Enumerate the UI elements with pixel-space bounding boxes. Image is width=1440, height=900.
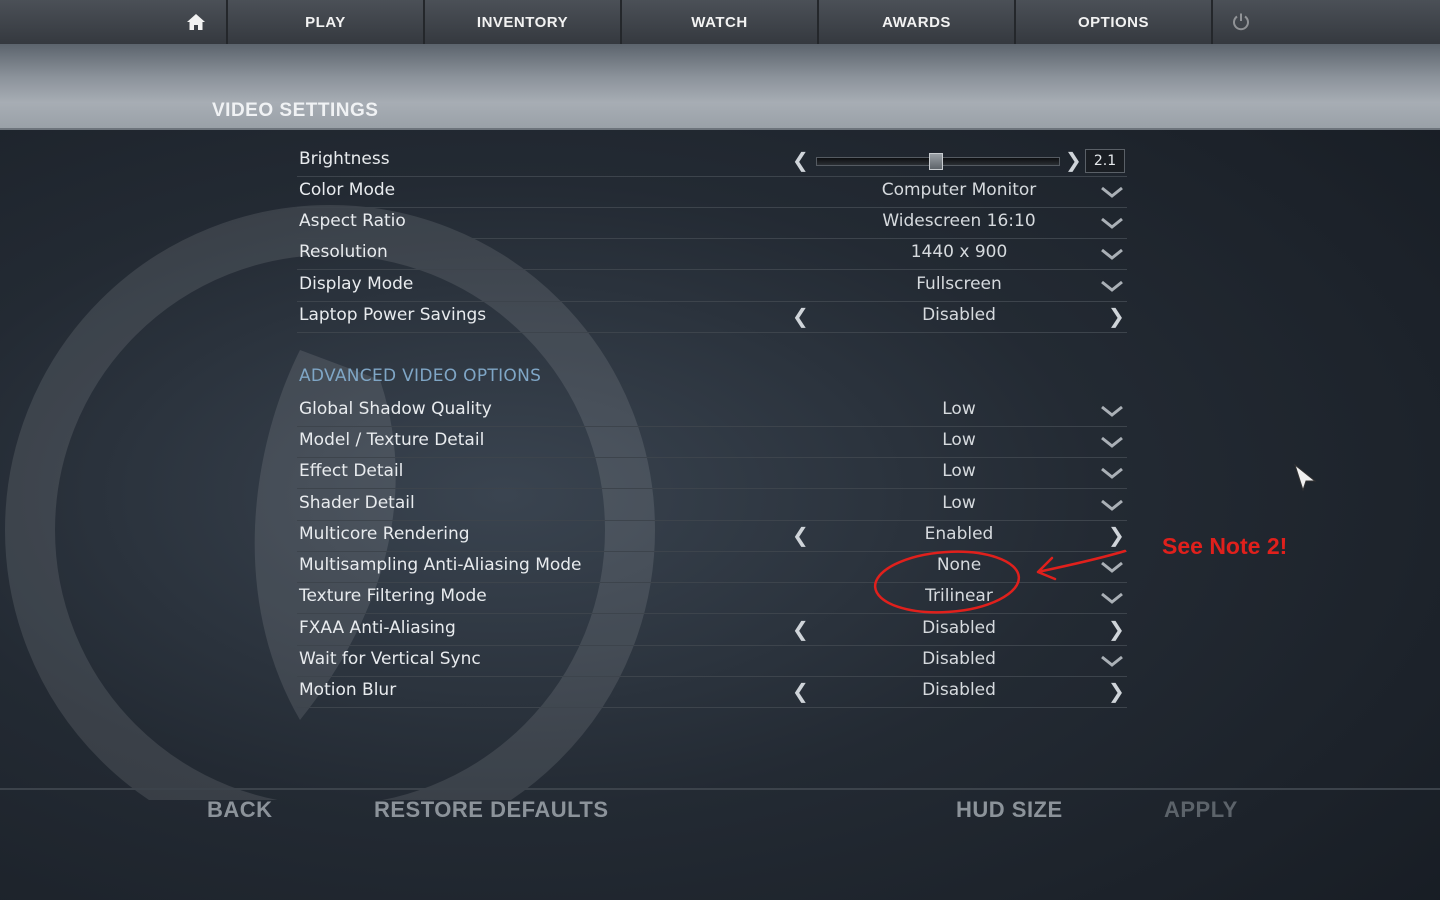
hud-size-button[interactable]: HUD SIZE xyxy=(956,797,1063,823)
toggle-right-arrow-icon[interactable]: ❯ xyxy=(1108,523,1125,547)
setting-value: Trilinear xyxy=(925,586,993,606)
setting-label: Aspect Ratio xyxy=(299,211,406,231)
back-button[interactable]: BACK xyxy=(207,797,273,823)
setting-row-multicore-rendering: Multicore Rendering ❮ Enabled ❯ xyxy=(297,520,1127,552)
setting-row-model-texture-detail[interactable]: Model / Texture Detail Low xyxy=(297,426,1127,458)
toggle-left-arrow-icon[interactable]: ❮ xyxy=(792,679,809,703)
setting-value: None xyxy=(936,555,982,575)
chevron-down-icon[interactable] xyxy=(1099,399,1125,421)
setting-value: Low xyxy=(942,493,976,513)
toggle-left-arrow-icon[interactable]: ❮ xyxy=(792,523,809,547)
setting-row-texture-filtering-mode[interactable]: Texture Filtering Mode Trilinear xyxy=(297,582,1127,614)
setting-row-aspect-ratio[interactable]: Aspect Ratio Widescreen 16:10 xyxy=(297,207,1127,239)
toggle-left-arrow-icon[interactable]: ❮ xyxy=(792,304,809,328)
setting-row-motion-blur: Motion Blur ❮ Disabled ❯ xyxy=(297,676,1127,708)
brightness-value-field[interactable]: 2.1 xyxy=(1085,149,1125,173)
setting-value: Disabled xyxy=(922,649,996,669)
setting-label: Laptop Power Savings xyxy=(299,305,487,325)
setting-row-effect-detail[interactable]: Effect Detail Low xyxy=(297,457,1127,489)
chevron-down-icon[interactable] xyxy=(1099,493,1125,515)
setting-row-vertical-sync[interactable]: Wait for Vertical Sync Disabled xyxy=(297,645,1127,677)
nav-awards[interactable]: AWARDS xyxy=(817,0,1014,44)
setting-label: Effect Detail xyxy=(299,461,404,481)
setting-value: 1440 x 900 xyxy=(910,242,1008,262)
setting-label: Wait for Vertical Sync xyxy=(299,649,481,669)
setting-value: Low xyxy=(942,461,976,481)
setting-row-global-shadow-quality[interactable]: Global Shadow Quality Low xyxy=(297,395,1127,427)
section-title-advanced: ADVANCED VIDEO OPTIONS xyxy=(299,366,542,386)
setting-value: Disabled xyxy=(922,305,996,325)
toggle-right-arrow-icon[interactable]: ❯ xyxy=(1108,679,1125,703)
setting-value: Low xyxy=(942,430,976,450)
setting-label: Motion Blur xyxy=(299,680,397,700)
setting-value: Computer Monitor xyxy=(881,180,1037,200)
setting-label: Brightness xyxy=(299,149,390,169)
setting-row-resolution[interactable]: Resolution 1440 x 900 xyxy=(297,238,1127,270)
setting-row-display-mode[interactable]: Display Mode Fullscreen xyxy=(297,270,1127,302)
setting-value: Disabled xyxy=(922,618,996,638)
chevron-down-icon[interactable] xyxy=(1099,555,1125,577)
setting-row-msaa-mode[interactable]: Multisampling Anti-Aliasing Mode None xyxy=(297,551,1127,583)
chevron-down-icon[interactable] xyxy=(1099,649,1125,671)
setting-label: FXAA Anti-Aliasing xyxy=(299,618,456,638)
chevron-down-icon[interactable] xyxy=(1099,586,1125,608)
chevron-down-icon[interactable] xyxy=(1099,242,1125,264)
chevron-down-icon[interactable] xyxy=(1099,430,1125,452)
setting-label: Display Mode xyxy=(299,274,414,294)
setting-value: Widescreen 16:10 xyxy=(882,211,1036,231)
chevron-down-icon[interactable] xyxy=(1099,211,1125,233)
setting-label: Global Shadow Quality xyxy=(299,399,492,419)
setting-row-brightness: Brightness ❮ ❯ 2.1 xyxy=(297,145,1127,177)
setting-value: Fullscreen xyxy=(916,274,1002,294)
brightness-slider[interactable] xyxy=(816,153,1060,170)
nav-power-button[interactable] xyxy=(1211,0,1269,44)
toggle-right-arrow-icon[interactable]: ❯ xyxy=(1108,304,1125,328)
setting-label: Texture Filtering Mode xyxy=(299,586,487,606)
setting-value: Enabled xyxy=(924,524,994,544)
home-icon xyxy=(187,14,205,30)
setting-value: Disabled xyxy=(922,680,996,700)
setting-label: Color Mode xyxy=(299,180,396,200)
top-nav: PLAY INVENTORY WATCH AWARDS OPTIONS xyxy=(0,0,1440,45)
nav-play[interactable]: PLAY xyxy=(226,0,423,44)
page-title: VIDEO SETTINGS xyxy=(212,100,379,121)
setting-label: Multisampling Anti-Aliasing Mode xyxy=(299,555,582,575)
setting-value: Low xyxy=(942,399,976,419)
toggle-left-arrow-icon[interactable]: ❮ xyxy=(792,617,809,641)
setting-label: Multicore Rendering xyxy=(299,524,470,544)
nav-home-button[interactable] xyxy=(168,0,224,44)
mouse-cursor-icon xyxy=(1294,463,1317,492)
setting-row-color-mode[interactable]: Color Mode Computer Monitor xyxy=(297,176,1127,208)
setting-row-laptop-power-savings: Laptop Power Savings ❮ Disabled ❯ xyxy=(297,301,1127,333)
toggle-right-arrow-icon[interactable]: ❯ xyxy=(1108,617,1125,641)
restore-defaults-button[interactable]: RESTORE DEFAULTS xyxy=(374,797,609,823)
setting-label: Model / Texture Detail xyxy=(299,430,485,450)
slider-handle[interactable] xyxy=(928,153,943,170)
chevron-down-icon[interactable] xyxy=(1099,274,1125,296)
slider-decrease-arrow-icon[interactable]: ❮ xyxy=(792,148,809,172)
apply-button[interactable]: APPLY xyxy=(1164,797,1238,823)
setting-row-fxaa: FXAA Anti-Aliasing ❮ Disabled ❯ xyxy=(297,614,1127,646)
nav-options[interactable]: OPTIONS xyxy=(1014,0,1211,44)
nav-watch[interactable]: WATCH xyxy=(620,0,817,44)
chevron-down-icon[interactable] xyxy=(1099,180,1125,202)
power-icon xyxy=(1233,13,1249,31)
nav-inventory[interactable]: INVENTORY xyxy=(423,0,620,44)
chevron-down-icon[interactable] xyxy=(1099,461,1125,483)
setting-label: Resolution xyxy=(299,242,388,262)
setting-label: Shader Detail xyxy=(299,493,415,513)
setting-row-shader-detail[interactable]: Shader Detail Low xyxy=(297,489,1127,521)
slider-increase-arrow-icon[interactable]: ❯ xyxy=(1065,148,1082,172)
annotation-note: See Note 2! xyxy=(1162,533,1288,559)
